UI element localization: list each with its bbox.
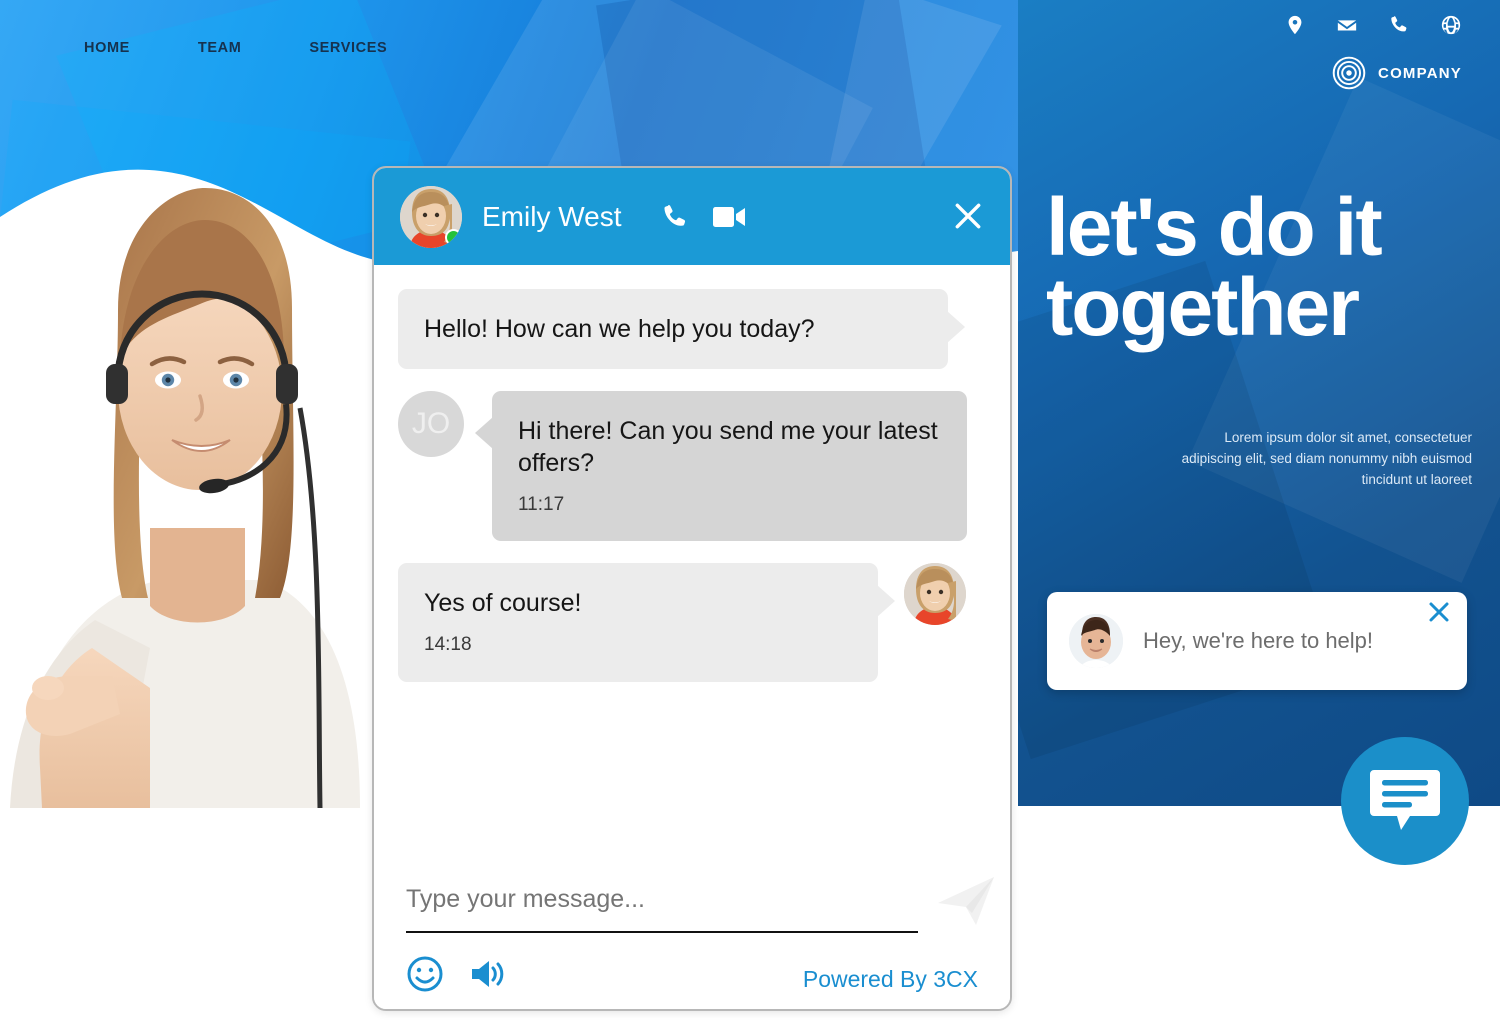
agent-message-avatar — [904, 563, 966, 626]
user-initials-avatar: JO — [398, 391, 464, 457]
online-status-dot — [445, 228, 462, 246]
target-rings-logo-icon — [1332, 56, 1366, 90]
phone-call-icon[interactable] — [660, 202, 690, 232]
mail-icon[interactable] — [1336, 14, 1358, 36]
agent-message-avatar-image — [904, 563, 966, 626]
toast-message: Hey, we're here to help! — [1143, 628, 1374, 653]
chat-message-text: Yes of course! — [424, 589, 582, 618]
bubble-tail — [877, 585, 895, 618]
chat-message-list: Hello! How can we help you today? JO Hi … — [374, 265, 1010, 865]
chat-agent-name: Emily West — [482, 200, 622, 232]
agent-illustration — [10, 188, 360, 808]
brand-name: COMPANY — [1378, 64, 1462, 82]
video-camera-icon[interactable] — [712, 203, 746, 231]
chat-message-time: 11:17 — [518, 494, 565, 515]
brand-logo-area: COMPANY — [1332, 56, 1462, 90]
chat-close-icon[interactable] — [952, 200, 984, 232]
chat-bubble: Hello! How can we help you today? — [398, 289, 965, 369]
emoji-icon[interactable] — [406, 955, 444, 993]
chat-message-row: JO Hi there! Can you send me your latest… — [398, 391, 986, 542]
promo-subcopy: Lorem ipsum dolor sit amet, consectetuer… — [1181, 430, 1472, 487]
chat-launcher-button[interactable] — [1341, 737, 1469, 865]
globe-icon[interactable] — [1440, 14, 1462, 36]
live-chat-widget: Emily West Hello! How can we help you to… — [372, 166, 1012, 1011]
nav-item-services[interactable]: SERVICES — [309, 40, 387, 56]
chat-tools-row: Powered By 3CX — [406, 955, 978, 993]
toast-avatar — [1069, 614, 1123, 668]
message-input[interactable] — [406, 879, 918, 924]
chat-bubble-icon — [1370, 770, 1440, 830]
phone-icon[interactable] — [1388, 14, 1410, 36]
powered-by-label[interactable]: Powered By 3CX — [803, 966, 978, 993]
main-navigation[interactable]: HOME TEAM SERVICES — [0, 32, 700, 64]
chat-message-row: Yes of course! 14:18 — [398, 563, 986, 682]
location-pin-icon[interactable] — [1284, 14, 1306, 36]
sound-icon[interactable] — [468, 955, 506, 993]
landing-page: HOME TEAM SERVICES COMPANY let's do it t… — [0, 0, 1500, 1023]
chat-message-text: Hello! How can we help you today? — [424, 315, 815, 343]
chat-header: Emily West — [374, 168, 1010, 265]
chat-message-row: Hello! How can we help you today? — [398, 289, 986, 369]
chat-message-text: Hi there! Can you send me your latest of… — [518, 417, 938, 477]
chat-bubble: Yes of course! 14:18 — [398, 563, 895, 682]
chat-message-time: 14:18 — [424, 634, 472, 656]
support-agent-photo — [0, 128, 370, 808]
chat-invite-toast[interactable]: Hey, we're here to help! — [1047, 592, 1467, 690]
message-input-wrapper — [406, 877, 994, 933]
chat-bubble: Hi there! Can you send me your latest of… — [475, 391, 967, 542]
agent-avatar — [400, 185, 462, 248]
nav-item-team[interactable]: TEAM — [198, 40, 241, 56]
nav-item-home[interactable]: HOME — [84, 40, 130, 56]
bubble-tail — [947, 311, 965, 343]
send-icon[interactable] — [936, 873, 998, 929]
toast-close-icon[interactable] — [1427, 600, 1451, 624]
chat-footer: Powered By 3CX — [374, 861, 1010, 1009]
bubble-tail — [475, 417, 493, 449]
contact-icon-row — [1284, 14, 1462, 36]
promo-headline: let's do it together — [1046, 182, 1383, 354]
toast-avatar-image — [1069, 614, 1123, 668]
